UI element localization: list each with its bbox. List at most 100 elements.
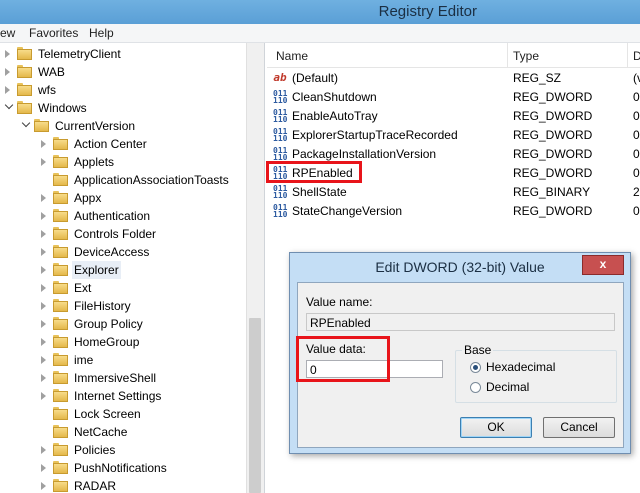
tree-node[interactable]: RADAR [0, 477, 246, 493]
tree-node-label[interactable]: DeviceAccess [74, 243, 149, 261]
chevron-right-icon[interactable] [41, 338, 46, 346]
tree-node-label[interactable]: Appx [74, 189, 101, 207]
chevron-right-icon[interactable] [41, 302, 46, 310]
chevron-right-icon[interactable] [41, 140, 46, 148]
ok-button[interactable]: OK [460, 417, 532, 438]
tree-node-label[interactable]: NetCache [74, 423, 127, 441]
table-row[interactable]: ab (Default) REG_SZ (v [267, 69, 640, 87]
tree-node[interactable]: FileHistory [0, 297, 246, 315]
table-row[interactable]: 011 110 ShellState REG_BINARY 2 [267, 183, 640, 201]
tree-node[interactable]: Internet Settings [0, 387, 246, 405]
chevron-right-icon[interactable] [41, 392, 46, 400]
hexadecimal-radio[interactable] [470, 362, 481, 373]
tree-node-label[interactable]: Windows [38, 99, 87, 117]
table-row[interactable]: 011110 CleanShutdown REG_DWORD 0: [267, 88, 640, 106]
tree-node-label[interactable]: Policies [74, 441, 115, 459]
tree-node[interactable]: Action Center [0, 135, 246, 153]
chevron-right-icon[interactable] [41, 248, 46, 256]
tree-node[interactable]: ImmersiveShell [0, 369, 246, 387]
tree-node-label[interactable]: ApplicationAssociationToasts [74, 171, 229, 189]
chevron-right-icon[interactable] [41, 464, 46, 472]
tree-node-label[interactable]: Group Policy [74, 315, 143, 333]
tree-node-label[interactable]: PushNotifications [74, 459, 167, 477]
window-titlebar: Registry Editor [0, 0, 640, 24]
tree-node-label[interactable]: CurrentVersion [55, 117, 135, 135]
tree-node-label[interactable]: Controls Folder [74, 225, 156, 243]
tree-node-label[interactable]: Lock Screen [74, 405, 141, 423]
tree-node[interactable]: Explorer [0, 261, 246, 279]
tree-node[interactable]: Applets [0, 153, 246, 171]
tree-node[interactable]: Authentication [0, 207, 246, 225]
tree-node[interactable]: NetCache [0, 423, 246, 441]
chevron-right-icon[interactable] [5, 86, 10, 94]
column-separator[interactable] [627, 43, 628, 67]
tree-scrollbar-thumb[interactable] [249, 318, 261, 493]
tree-node[interactable]: Ext [0, 279, 246, 297]
tree-node-label[interactable]: HomeGroup [74, 333, 139, 351]
chevron-right-icon[interactable] [41, 212, 46, 220]
menu-view[interactable]: ew [0, 26, 15, 40]
tree-node[interactable]: ime [0, 351, 246, 369]
chevron-down-icon[interactable] [21, 118, 31, 128]
tree-node-label[interactable]: Action Center [74, 135, 147, 153]
tree-node-label[interactable]: Applets [74, 153, 114, 171]
tree-node-label[interactable]: Internet Settings [74, 387, 161, 405]
column-type[interactable]: Type [513, 49, 539, 63]
tree-node-label[interactable]: ime [74, 351, 93, 369]
tree-node[interactable]: WAB [0, 63, 246, 81]
chevron-right-icon[interactable] [41, 284, 46, 292]
table-row[interactable]: 011 110 ExplorerStartupTraceRecorded REG_DW… [267, 126, 640, 144]
tree-node-label[interactable]: FileHistory [74, 297, 131, 315]
chevron-right-icon[interactable] [41, 446, 46, 454]
tree-node[interactable]: DeviceAccess [0, 243, 246, 261]
chevron-right-icon[interactable] [5, 68, 10, 76]
tree-node-label[interactable]: ImmersiveShell [74, 369, 156, 387]
chevron-right-icon[interactable] [41, 356, 46, 364]
folder-icon [17, 65, 32, 78]
tree-node[interactable]: CurrentVersion [0, 117, 246, 135]
tree-node-label[interactable]: Ext [74, 279, 91, 297]
tree-node-label[interactable]: Authentication [74, 207, 150, 225]
table-row[interactable]: 011110 StateChangeVersion REG_DWORD 0: [267, 202, 640, 220]
tree-node[interactable]: HomeGroup [0, 333, 246, 351]
chevron-right-icon[interactable] [41, 266, 46, 274]
chevron-down-icon[interactable] [4, 100, 14, 110]
tree-node-label[interactable]: WAB [38, 63, 65, 81]
chevron-right-icon[interactable] [41, 320, 46, 328]
decimal-radio[interactable] [470, 382, 481, 393]
tree-node-label[interactable]: Explorer [72, 261, 121, 279]
decimal-label[interactable]: Decimal [486, 380, 529, 394]
tree-node-label[interactable]: wfs [38, 81, 56, 99]
close-icon[interactable]: x [582, 255, 624, 275]
chevron-right-icon[interactable] [41, 374, 46, 382]
tree-node[interactable]: Lock Screen [0, 405, 246, 423]
tree-node[interactable]: ApplicationAssociationToasts [0, 171, 246, 189]
chevron-right-icon[interactable] [41, 482, 46, 490]
tree-scrollbar[interactable] [246, 43, 264, 493]
column-separator[interactable] [507, 43, 508, 67]
column-data[interactable]: D [633, 49, 640, 63]
tree-node[interactable]: Windows [0, 99, 246, 117]
hexadecimal-label[interactable]: Hexadecimal [486, 360, 555, 374]
menu-favorites[interactable]: Favorites [29, 26, 78, 40]
table-row[interactable]: 011110 EnableAutoTray REG_DWORD 0: [267, 107, 640, 125]
cancel-button[interactable]: Cancel [543, 417, 615, 438]
menu-help[interactable]: Help [89, 26, 114, 40]
base-group: Base Hexadecimal Decimal [455, 343, 617, 403]
tree-node[interactable]: PushNotifications [0, 459, 246, 477]
binary-value-icon: 011 110 [273, 203, 288, 219]
chevron-right-icon[interactable] [41, 230, 46, 238]
tree-node[interactable]: TelemetryClient [0, 45, 246, 63]
chevron-right-icon[interactable] [5, 50, 10, 58]
tree-node-label[interactable]: RADAR [74, 477, 116, 493]
tree-node[interactable]: Controls Folder [0, 225, 246, 243]
registry-tree[interactable]: TelemetryClient WAB wfs Windows CurrentVersi… [0, 43, 265, 493]
tree-node-label[interactable]: TelemetryClient [38, 45, 121, 63]
tree-node[interactable]: Appx [0, 189, 246, 207]
column-name[interactable]: Name [276, 49, 308, 63]
chevron-right-icon[interactable] [41, 194, 46, 202]
tree-node[interactable]: Policies [0, 441, 246, 459]
tree-node[interactable]: wfs [0, 81, 246, 99]
tree-node[interactable]: Group Policy [0, 315, 246, 333]
chevron-right-icon[interactable] [41, 158, 46, 166]
